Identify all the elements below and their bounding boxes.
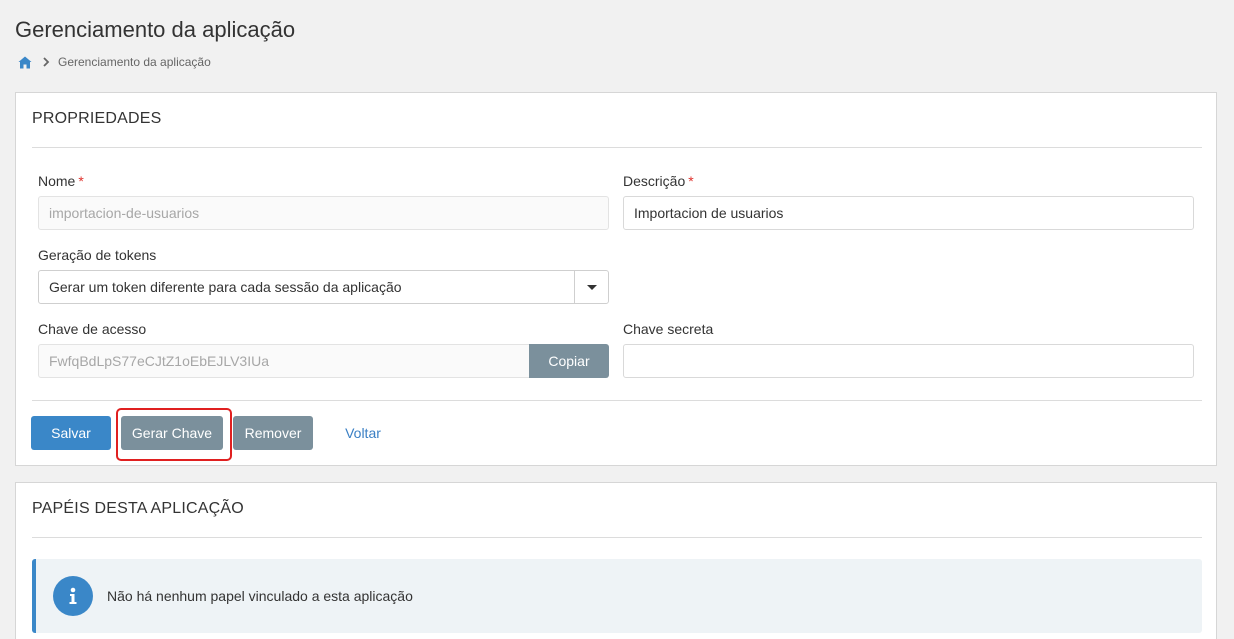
- caret-down-icon[interactable]: [574, 271, 608, 303]
- secret-key-field[interactable]: [623, 344, 1194, 378]
- empty-roles-alert: Não há nenhum papel vinculado a esta apl…: [32, 559, 1202, 633]
- info-icon: [53, 576, 93, 616]
- name-field[interactable]: importacion-de-usuarios: [38, 196, 609, 230]
- token-generation-label: Geração de tokens: [38, 247, 157, 263]
- roles-panel: PAPÉIS DESTA APLICAÇÃO Não há nenhum pap…: [15, 482, 1217, 639]
- divider: [32, 537, 1202, 538]
- back-link[interactable]: Voltar: [323, 416, 403, 450]
- description-field[interactable]: Importacion de usuarios: [623, 196, 1194, 230]
- description-label: Descrição *: [623, 173, 694, 189]
- properties-heading: PROPRIEDADES: [32, 110, 162, 127]
- token-generation-value: Gerar um token diferente para cada sessã…: [49, 279, 402, 295]
- highlight-box: [116, 408, 232, 461]
- breadcrumb: Gerenciamento da aplicação: [18, 54, 211, 70]
- roles-heading: PAPÉIS DESTA APLICAÇÃO: [32, 500, 244, 517]
- required-marker: *: [78, 173, 84, 189]
- required-marker: *: [688, 173, 694, 189]
- home-icon[interactable]: [18, 56, 32, 69]
- properties-panel: PROPRIEDADES Nome * importacion-de-usuari…: [15, 92, 1217, 466]
- access-key-label: Chave de acesso: [38, 321, 147, 337]
- chevron-right-icon: [40, 56, 52, 68]
- token-generation-select[interactable]: Gerar um token diferente para cada sessã…: [38, 270, 609, 304]
- breadcrumb-current: Gerenciamento da aplicação: [58, 55, 211, 69]
- divider: [32, 147, 1202, 148]
- divider: [32, 400, 1202, 401]
- secret-key-label: Chave secreta: [623, 321, 714, 337]
- empty-roles-message: Não há nenhum papel vinculado a esta apl…: [107, 588, 413, 604]
- name-label: Nome *: [38, 173, 84, 189]
- save-button[interactable]: Salvar: [31, 416, 111, 450]
- access-key-field[interactable]: FwfqBdLpS77eCJtZ1oEbEJLV3IUa: [38, 344, 530, 378]
- remove-button[interactable]: Remover: [233, 416, 313, 450]
- page-title: Gerenciamento da aplicação: [15, 17, 296, 42]
- copy-button[interactable]: Copiar: [529, 344, 609, 378]
